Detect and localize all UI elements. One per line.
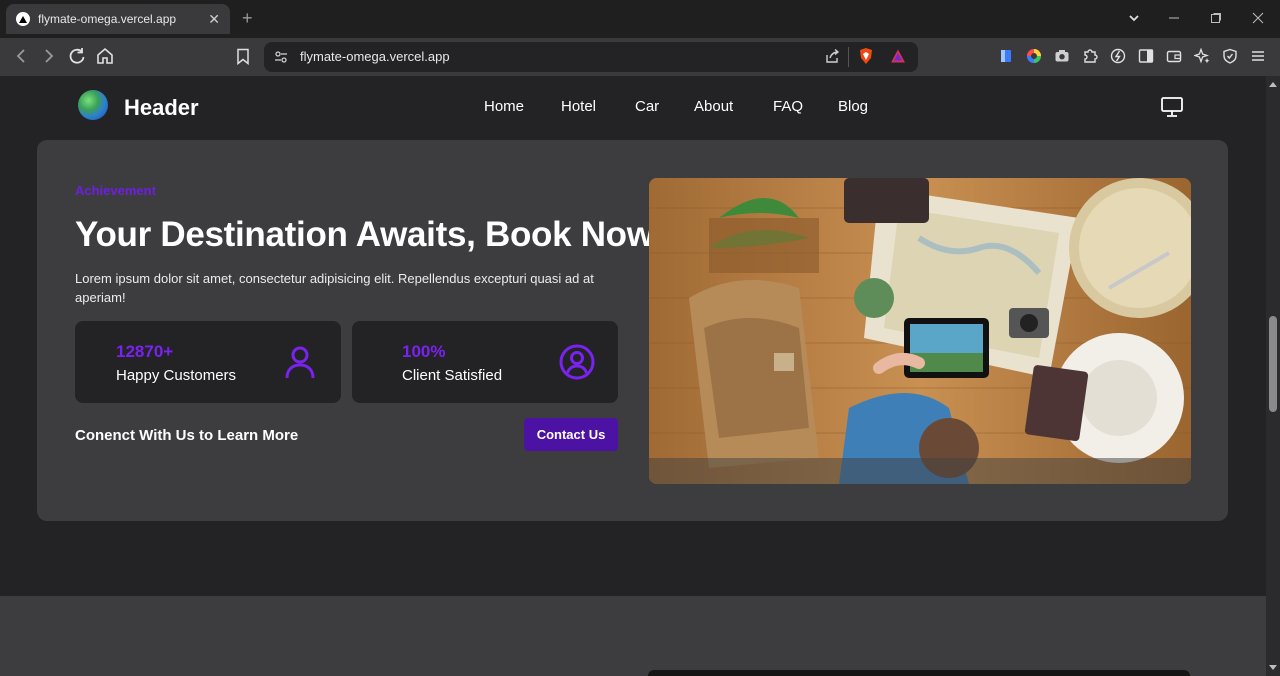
extensions-puzzle-icon[interactable]	[1082, 48, 1098, 64]
site-logo-text[interactable]: Header	[124, 95, 199, 121]
scroll-down-arrow-icon[interactable]	[1268, 664, 1278, 672]
close-window-icon[interactable]	[1252, 12, 1264, 24]
connect-text: Conenct With Us to Learn More	[75, 427, 299, 444]
nav-blog[interactable]: Blog	[838, 98, 868, 115]
share-icon[interactable]	[824, 48, 840, 64]
close-tab-icon[interactable]: ✕	[208, 11, 220, 28]
vercel-favicon-icon	[16, 12, 30, 26]
user-icon	[285, 346, 315, 379]
minimize-icon[interactable]	[1168, 12, 1180, 24]
stat-label: Client Satisfied	[402, 367, 503, 384]
tab-list-chevron-icon[interactable]	[1128, 12, 1140, 24]
next-section	[0, 596, 1266, 676]
stat-number: 100%	[402, 342, 446, 361]
back-icon[interactable]	[14, 48, 28, 64]
divider	[848, 47, 849, 67]
nav-hotel[interactable]: Hotel	[561, 98, 596, 115]
home-icon[interactable]	[96, 47, 114, 65]
wallet-icon[interactable]	[1166, 48, 1182, 64]
next-section-image-edge	[648, 670, 1190, 676]
globe-logo-icon[interactable]	[78, 90, 108, 120]
new-tab-icon[interactable]: +	[242, 8, 253, 29]
scroll-up-arrow-icon[interactable]	[1268, 80, 1278, 88]
hero-description: Lorem ipsum dolor sit amet, consectetur …	[75, 271, 594, 305]
ai-sparkle-icon[interactable]	[1194, 48, 1210, 64]
contact-us-button[interactable]: Contact Us	[524, 418, 618, 451]
nav-car[interactable]: Car	[635, 98, 659, 115]
leo-ai-icon[interactable]	[1110, 48, 1126, 64]
scrollbar-thumb[interactable]	[1269, 316, 1277, 412]
extension-color-picker-icon[interactable]	[1026, 48, 1042, 64]
tab-title: flymate-omega.vercel.app	[38, 12, 177, 26]
hero-headline: Your Destination Awaits, Book Now	[75, 215, 654, 254]
bookmark-icon[interactable]	[236, 48, 250, 65]
browser-tab[interactable]: flymate-omega.vercel.app ✕	[6, 4, 230, 34]
forward-icon[interactable]	[42, 48, 56, 64]
vpn-shield-icon[interactable]	[1222, 48, 1238, 64]
url-text[interactable]: flymate-omega.vercel.app	[300, 49, 450, 64]
maximize-icon[interactable]	[1210, 12, 1222, 24]
monitor-theme-icon[interactable]	[1160, 96, 1184, 118]
hero-eyebrow: Achievement	[75, 183, 156, 198]
travel-desk-photo	[649, 178, 1191, 484]
reload-icon[interactable]	[68, 47, 86, 65]
stat-label: Happy Customers	[116, 367, 237, 384]
site-settings-icon[interactable]	[274, 50, 288, 64]
camera-icon[interactable]	[1054, 48, 1070, 64]
menu-icon[interactable]	[1250, 48, 1266, 64]
brave-shield-icon[interactable]	[858, 47, 874, 65]
nav-about[interactable]: About	[694, 98, 733, 115]
extension-bookmark-blue-icon[interactable]	[998, 48, 1014, 64]
brave-rewards-icon[interactable]	[890, 48, 906, 64]
nav-faq[interactable]: FAQ	[773, 98, 803, 115]
nav-home[interactable]: Home	[484, 98, 524, 115]
sidebar-toggle-icon[interactable]	[1138, 48, 1154, 64]
user-circle-icon	[559, 344, 595, 380]
stat-number: 12870+	[116, 342, 174, 361]
